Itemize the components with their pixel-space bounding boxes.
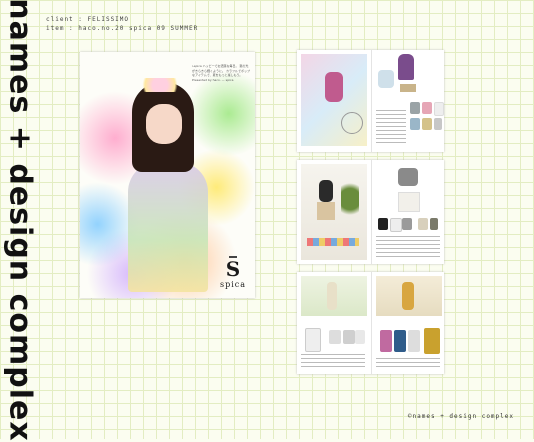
swatch xyxy=(422,102,432,114)
product-text-block xyxy=(376,236,440,258)
swatch xyxy=(402,218,412,230)
spread-2-left-page xyxy=(297,160,370,264)
product-bag xyxy=(378,70,394,88)
flower-crown xyxy=(136,78,184,92)
spread-1-right-page xyxy=(371,50,444,152)
spica-logo: S spica xyxy=(218,252,248,292)
swatch xyxy=(418,218,428,230)
cover-intro-text: i-spica ハッピーでお洒落な毎日。 夏の光がきらきら輝くように。 カラフル… xyxy=(192,64,250,82)
logo-word: spica xyxy=(219,280,247,289)
bicycle-wheel-icon xyxy=(341,112,363,134)
product-tee xyxy=(398,168,418,186)
model-top xyxy=(325,72,343,102)
model-dress xyxy=(402,282,414,310)
model-top xyxy=(319,180,333,202)
project-meta: client : FELISSIMO item : haco.no.20 spi… xyxy=(46,15,198,33)
swatch xyxy=(390,218,402,232)
swatch xyxy=(434,118,442,130)
model-skirt xyxy=(317,202,335,220)
catalog-spread-3 xyxy=(297,272,444,374)
swatch xyxy=(422,118,432,130)
spread-2-right-page xyxy=(371,160,444,264)
catalog-spread-2 xyxy=(297,160,444,264)
product-tee xyxy=(329,330,341,344)
vertical-brand-title: names + design complex xyxy=(0,0,40,442)
client-line: client : FELISSIMO xyxy=(46,16,130,23)
product-shorts xyxy=(400,84,416,92)
product-dress xyxy=(380,330,392,352)
logo-mark: S xyxy=(225,257,241,281)
catalog-cover: i-spica ハッピーでお洒落な毎日。 夏の光がきらきら輝くように。 カラフル… xyxy=(80,52,255,298)
swatch xyxy=(378,218,388,230)
palm-plant xyxy=(341,174,359,224)
product-text-block xyxy=(376,110,406,144)
brand-title-text: names + design complex xyxy=(2,0,38,442)
swatch xyxy=(410,102,420,114)
product-tee xyxy=(355,330,365,344)
model-face xyxy=(146,104,182,144)
item-line: item : haco.no.20 spica 09 SUMMER xyxy=(46,25,199,32)
footer-copyright: ©names + design complex xyxy=(407,413,514,420)
product-dress xyxy=(424,328,440,354)
product-text-block xyxy=(376,358,440,370)
swatch xyxy=(434,102,444,116)
product-hoodie xyxy=(398,54,414,80)
product-dress xyxy=(408,330,420,352)
product-tee xyxy=(305,328,321,352)
product-dress xyxy=(394,330,406,352)
spread-3-left-page xyxy=(297,272,370,374)
product-skirt xyxy=(398,192,420,212)
swatch xyxy=(430,218,438,230)
spread-3-right-page xyxy=(371,272,444,374)
spread-1-left-page xyxy=(297,50,370,152)
model-figure xyxy=(327,282,337,310)
product-tee xyxy=(343,330,355,344)
model-dress xyxy=(128,162,208,292)
swatch xyxy=(410,118,420,130)
product-text-block xyxy=(301,354,365,370)
toy-blocks xyxy=(307,238,359,246)
catalog-spread-1 xyxy=(297,50,444,152)
